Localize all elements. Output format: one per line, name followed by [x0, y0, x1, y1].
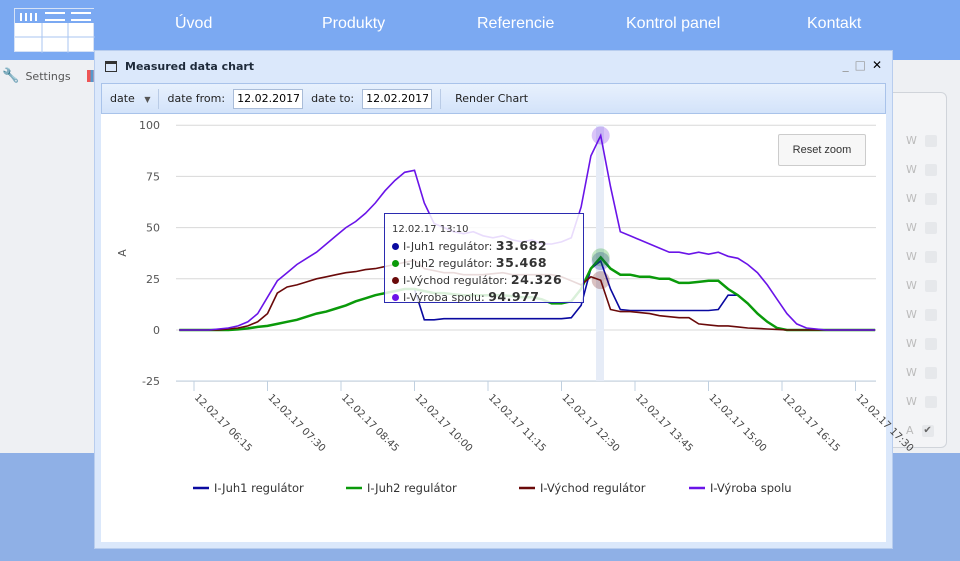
reset-zoom-button[interactable]: Reset zoom	[778, 134, 866, 166]
tooltip-value: 33.682	[495, 238, 548, 253]
x-tick-label: 12.02.17 12:30	[559, 392, 621, 454]
legend-item[interactable]: I-Výroba spolu	[710, 481, 792, 495]
x-tick-label: 12.02.17 16:15	[780, 392, 842, 454]
x-tick-label: 12.02.17 10:00	[412, 392, 474, 454]
y-tick-label: -25	[142, 375, 160, 388]
y-tick-label: 75	[146, 170, 160, 183]
tooltip-row: I-Juh1 regulátor: 33.682	[392, 238, 576, 255]
y-tick-label: 25	[146, 273, 160, 286]
tooltip-label: I-Východ regulátor:	[403, 274, 508, 287]
legend-item[interactable]: I-Juh1 regulátor	[214, 481, 304, 495]
tooltip-label: I-Juh1 regulátor:	[403, 240, 493, 253]
y-tick-label: 100	[139, 119, 160, 132]
x-tick-label: 12.02.17 07:30	[265, 392, 327, 454]
tooltip-value: 24.326	[510, 272, 563, 287]
legend-item[interactable]: I-Juh2 regulátor	[367, 481, 457, 495]
series-dot	[392, 243, 399, 250]
tooltip-value: 35.468	[495, 255, 548, 270]
x-tick-label: 12.02.17 06:15	[192, 392, 254, 454]
tooltip-row: I-Výroba spolu: 94.977	[392, 289, 576, 306]
x-tick-label: 12.02.17 15:00	[706, 392, 768, 454]
hover-marker	[591, 271, 610, 290]
tooltip-time: 12.02.17 13:10	[392, 224, 469, 235]
x-tick-label: 12.02.17 08:45	[339, 392, 401, 454]
legend-item[interactable]: I-Východ regulátor	[540, 481, 646, 495]
series-dot	[392, 277, 399, 284]
y-tick-label: 0	[153, 324, 160, 337]
hover-marker	[591, 248, 610, 267]
tooltip-label: I-Juh2 regulátor:	[403, 257, 493, 270]
y-tick-label: 50	[146, 222, 160, 235]
x-tick-label: 12.02.17 13:45	[633, 392, 695, 454]
tooltip-value: 94.977	[488, 289, 540, 304]
hover-marker	[591, 126, 610, 145]
tooltip-row: I-Juh2 regulátor: 35.468	[392, 255, 576, 272]
series-dot	[392, 260, 399, 267]
y-axis-label: A	[116, 249, 129, 257]
series-dot	[392, 294, 399, 301]
x-tick-label: 12.02.17 17:30	[853, 392, 915, 454]
x-tick-label: 12.02.17 11:15	[486, 392, 548, 454]
chart-tooltip: 12.02.17 13:10 I-Juh1 regulátor: 33.682 I…	[384, 213, 584, 306]
tooltip-row: I-Východ regulátor: 24.326	[392, 272, 576, 289]
tooltip-label: I-Výroba spolu:	[403, 291, 485, 304]
